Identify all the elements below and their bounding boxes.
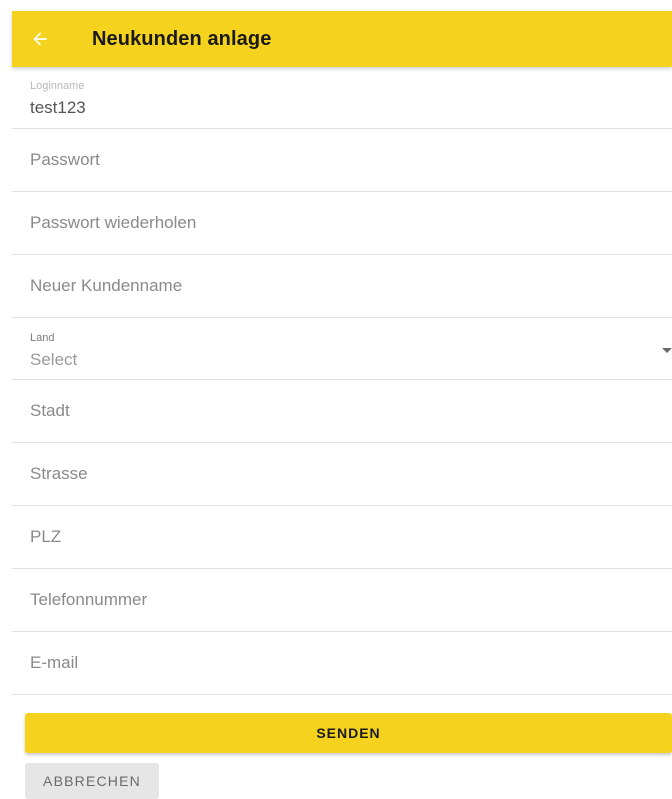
phone-field[interactable]: Telefonnummer [12,569,672,632]
password-repeat-placeholder: Passwort wiederholen [30,213,197,232]
back-button[interactable] [12,11,68,67]
city-field[interactable]: Stadt [12,380,672,443]
customer-name-field[interactable]: Neuer Kundenname [12,255,672,318]
customer-name-placeholder: Neuer Kundenname [30,276,183,295]
app-toolbar: Neukunden anlage [12,11,672,67]
password-repeat-field[interactable]: Passwort wiederholen [12,192,672,255]
street-field[interactable]: Strasse [12,443,672,506]
phone-placeholder: Telefonnummer [30,590,148,609]
email-field[interactable]: E-mail [12,632,672,695]
country-label: Land [30,332,55,344]
send-button[interactable]: SENDEN [25,713,672,753]
page-title: Neukunden anlage [92,27,272,50]
loginname-field[interactable]: Loginname test123 [12,67,672,129]
street-placeholder: Strasse [30,464,88,483]
loginname-label: Loginname [30,80,85,92]
arrow-left-icon [33,32,47,46]
customer-form: Loginname test123 Passwort Passwort wied… [12,67,672,695]
loginname-value: test123 [30,98,86,117]
cancel-button[interactable]: ABBRECHEN [25,763,159,799]
city-placeholder: Stadt [30,401,70,420]
dropdown-arrow-icon [662,348,672,353]
password-placeholder: Passwort [30,150,100,169]
country-select[interactable]: Land Select [12,318,672,380]
country-value: Select [30,350,78,369]
email-placeholder: E-mail [30,653,79,672]
password-field[interactable]: Passwort [12,129,672,192]
zip-placeholder: PLZ [30,527,62,546]
zip-field[interactable]: PLZ [12,506,672,569]
